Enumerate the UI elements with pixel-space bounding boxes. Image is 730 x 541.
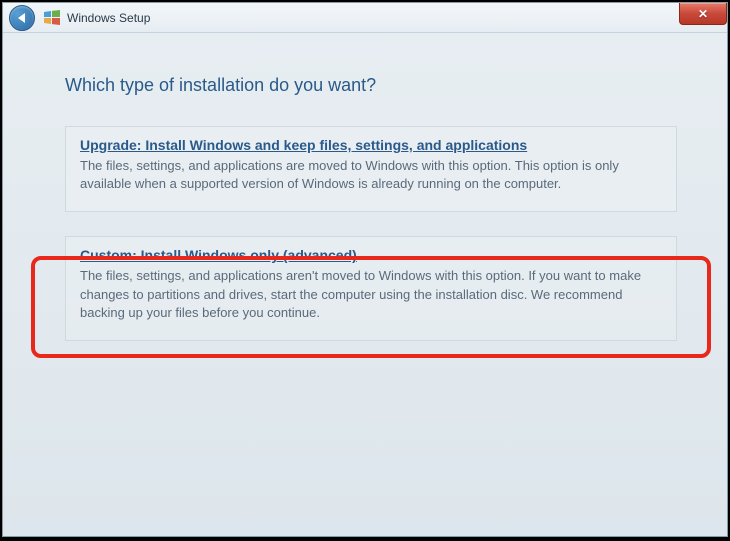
page-heading: Which type of installation do you want? — [65, 75, 677, 96]
close-icon: ✕ — [698, 7, 708, 21]
window-title: Windows Setup — [67, 11, 150, 25]
upgrade-option[interactable]: Upgrade: Install Windows and keep files,… — [65, 126, 677, 212]
titlebar: Windows Setup ✕ — [3, 3, 727, 33]
content-area: Which type of installation do you want? … — [3, 33, 727, 385]
back-arrow-icon — [18, 13, 25, 23]
windows-flag-icon — [43, 9, 61, 27]
custom-option[interactable]: Custom: Install Windows only (advanced) … — [65, 236, 677, 341]
custom-option-title: Custom: Install Windows only (advanced) — [80, 247, 662, 263]
close-button[interactable]: ✕ — [679, 3, 727, 25]
custom-option-description: The files, settings, and applications ar… — [80, 267, 662, 322]
upgrade-option-title: Upgrade: Install Windows and keep files,… — [80, 137, 662, 153]
setup-window: Windows Setup ✕ Which type of installati… — [2, 2, 728, 537]
upgrade-option-description: The files, settings, and applications ar… — [80, 157, 662, 193]
back-button[interactable] — [9, 5, 35, 31]
